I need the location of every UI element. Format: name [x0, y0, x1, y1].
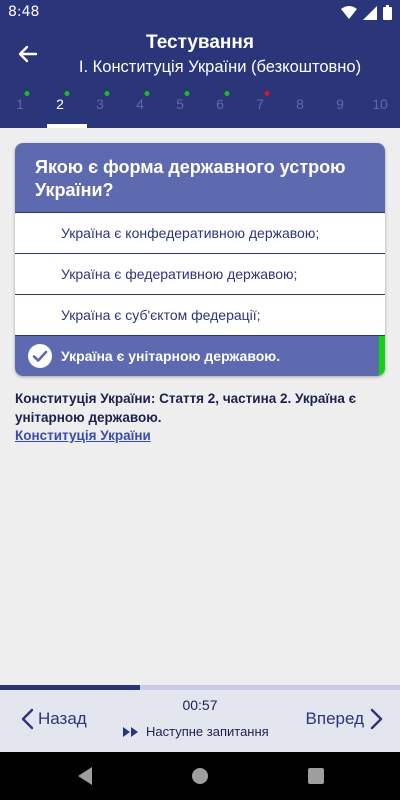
battery-icon [383, 5, 392, 25]
answer-option[interactable]: Україна є конфедеративною державою; [15, 212, 385, 253]
nav-home-icon[interactable] [191, 766, 209, 791]
forward-button[interactable]: Вперед [306, 708, 384, 730]
question-tab-8[interactable]: 8 [287, 84, 327, 128]
constitution-link[interactable]: Конституція України [15, 428, 151, 443]
forward-button-label: Вперед [305, 709, 364, 728]
question-tab-5[interactable]: 5 [167, 84, 207, 128]
question-tab-number: 8 [296, 96, 304, 112]
next-question-label: Наступне запитання [146, 724, 269, 739]
answer-option-text: Україна є федеративною державою; [61, 266, 298, 282]
question-tab-number: 1 [16, 96, 24, 112]
question-tab-10[interactable]: 10 [360, 84, 400, 128]
question-tab-number: 9 [336, 96, 344, 112]
answer-option-correct[interactable]: Україна є унітарною державою. [15, 335, 385, 376]
page-title: Тестування [146, 32, 254, 53]
question-card: Якою є форма державного устрою України? … [15, 143, 385, 376]
answer-option-text: Україна є суб'єктом федерації; [61, 307, 261, 323]
check-circle-icon [27, 343, 53, 372]
next-question-button[interactable]: Наступне запитання [122, 724, 269, 739]
active-tab-indicator [47, 124, 87, 128]
nav-back-icon[interactable] [76, 766, 94, 791]
question-tab-6[interactable]: 6 [207, 84, 247, 128]
question-tab-2[interactable]: 2 [47, 84, 87, 128]
question-tab-number: 3 [96, 96, 104, 112]
question-tab-1[interactable]: 1 [7, 84, 47, 128]
question-tab-number: 10 [372, 96, 388, 112]
app-bar: Тестування I. Конституція України (безко… [0, 24, 400, 128]
status-bar: 8:48 [0, 0, 400, 24]
fast-forward-icon [123, 726, 138, 737]
question-tab-number: 2 [56, 96, 64, 112]
question-tab-7[interactable]: 7 [247, 84, 287, 128]
chevron-right-icon [370, 708, 383, 730]
status-icons [341, 5, 392, 25]
wifi-icon [341, 6, 357, 24]
explanation-text: Конституція України: Стаття 2, частина 2… [15, 391, 357, 425]
answer-option-text: Україна є конфедеративною державою; [61, 225, 320, 241]
status-time: 8:48 [8, 4, 40, 20]
answer-option[interactable]: Україна є федеративною державою; [15, 253, 385, 294]
question-tab-number: 5 [176, 96, 184, 112]
question-text: Якою є форма державного устрою України? [15, 143, 385, 212]
correct-indicator-bar [379, 336, 385, 376]
answer-option[interactable]: Україна є суб'єктом федерації; [15, 294, 385, 335]
question-tab-number: 6 [216, 96, 224, 112]
bottom-bar: Назад 00:57 Наступне запитання Вперед [0, 690, 400, 752]
question-tab-number: 7 [256, 96, 264, 112]
question-tab-4[interactable]: 4 [127, 84, 167, 128]
question-tab-3[interactable]: 3 [87, 84, 127, 128]
question-tabs: 1 2 3 4 5 6 7 8 9 10 [0, 84, 400, 128]
nav-recents-icon[interactable] [307, 766, 325, 791]
system-nav-bar [0, 752, 400, 800]
page-subtitle: I. Конституція України (безкоштовно) [78, 58, 362, 76]
answer-option-text: Україна є унітарною державою. [61, 348, 281, 364]
question-tab-number: 4 [136, 96, 144, 112]
signal-icon [363, 5, 377, 25]
